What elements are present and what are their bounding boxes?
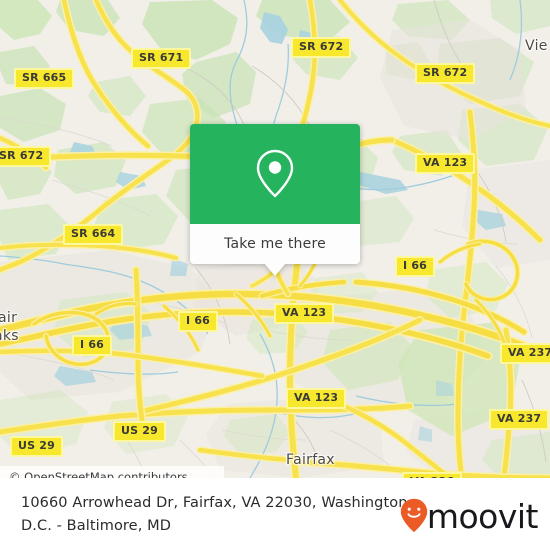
shield-sr-672-west[interactable]: SR 672 — [0, 146, 52, 167]
place-label-oaks: aks — [0, 328, 19, 344]
shield-i-66-mid[interactable]: I 66 — [178, 311, 219, 332]
attribution-text[interactable]: © OpenStreetMap contributors — [0, 470, 188, 478]
shield-sr-672-north[interactable]: SR 672 — [291, 37, 352, 58]
moovit-logo[interactable]: moovit — [400, 497, 539, 536]
shield-i-66-west[interactable]: I 66 — [72, 335, 113, 356]
footer-bar: 10660 Arrowhead Dr, Fairfax, VA 22030, W… — [0, 478, 550, 550]
place-label-fair: air — [0, 310, 18, 326]
shield-i-66-east[interactable]: I 66 — [395, 256, 436, 277]
place-label-vienna: Vie — [525, 38, 548, 54]
location-pin-icon — [256, 149, 294, 198]
shield-va-237-south[interactable]: VA 237 — [489, 409, 550, 430]
location-popup-card[interactable]: Take me there — [190, 124, 360, 276]
popup-image-area — [190, 124, 360, 224]
address-caption: 10660 Arrowhead Dr, Fairfax, VA 22030, W… — [21, 495, 413, 534]
shield-sr-665[interactable]: SR 665 — [14, 68, 75, 89]
map-attribution: © OpenStreetMap contributors — [0, 466, 224, 478]
shield-sr-664[interactable]: SR 664 — [63, 224, 124, 245]
moovit-map-screenshot: .park { fill:#cfe6b8; } .park2 { fill:#d… — [0, 0, 550, 550]
shield-sr-671-north[interactable]: SR 671 — [131, 48, 192, 69]
moovit-smiley-pin-icon — [400, 498, 428, 532]
take-me-there-button-label: Take me there — [224, 236, 326, 252]
shield-va-237-north[interactable]: VA 237 — [500, 343, 550, 364]
shield-us-29-west[interactable]: US 29 — [10, 436, 63, 457]
moovit-wordmark: moovit — [426, 497, 539, 536]
place-label-fairfax: Fairfax — [286, 452, 335, 468]
shield-va-123-mid[interactable]: VA 123 — [274, 303, 335, 324]
popup-pointer-tail — [264, 263, 286, 276]
map-canvas[interactable]: .park { fill:#cfe6b8; } .park2 { fill:#d… — [0, 0, 550, 478]
shield-us-29-mid[interactable]: US 29 — [113, 421, 166, 442]
shield-sr-672-east[interactable]: SR 672 — [415, 63, 476, 84]
shield-va-123-north[interactable]: VA 123 — [415, 153, 476, 174]
popup-action-bar[interactable]: Take me there — [190, 224, 360, 276]
shield-va-123-south[interactable]: VA 123 — [286, 388, 347, 409]
